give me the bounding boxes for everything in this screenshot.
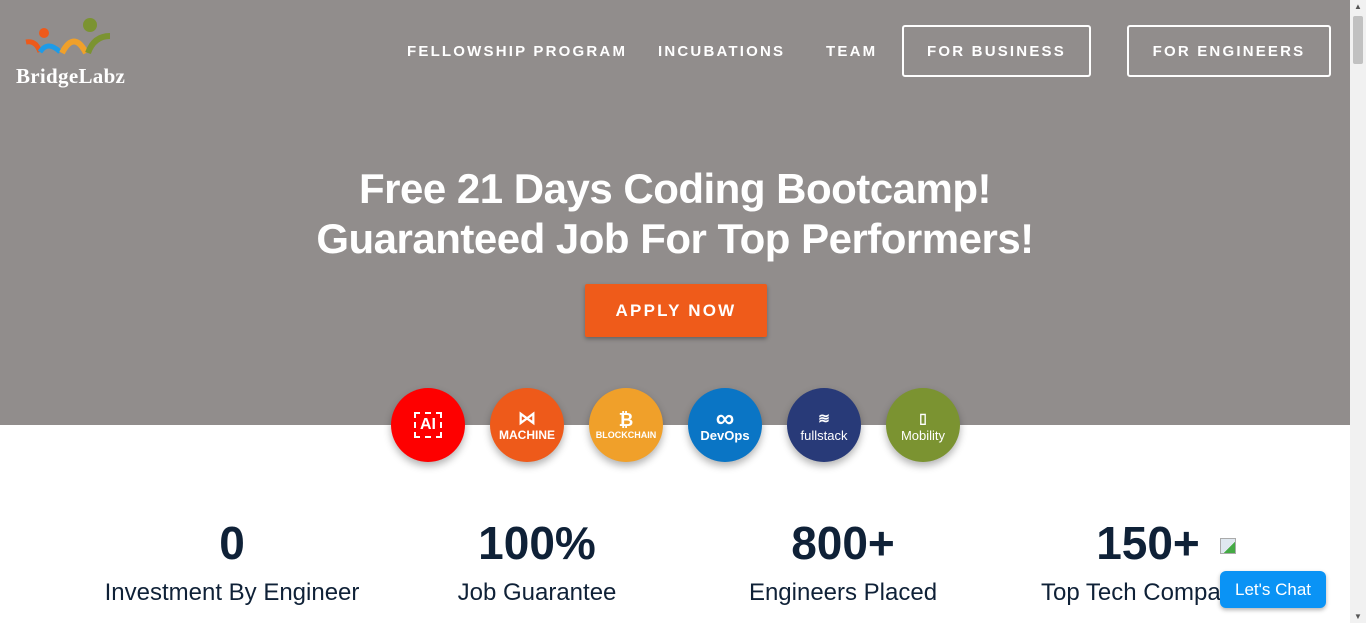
nav-team[interactable]: TEAM [826, 43, 877, 60]
bridgelabz-logo[interactable]: BridgeLabz [14, 16, 134, 92]
apply-now-button[interactable]: APPLY NOW [585, 284, 767, 337]
chip-icon: AI [414, 412, 442, 438]
nav-incubations[interactable]: INCUBATIONS [658, 43, 785, 60]
scroll-down-icon[interactable]: ▼ [1354, 612, 1362, 621]
scrollbar[interactable]: ▲ ▼ [1350, 0, 1366, 623]
headline-line-1: Free 21 Days Coding Bootcamp! [359, 165, 991, 212]
infinity-icon: ∞ [715, 402, 735, 433]
mobile-code-icon: ▯ [919, 409, 927, 426]
scrollbar-thumb[interactable] [1353, 16, 1363, 64]
tech-label: Mobility [900, 427, 946, 443]
broken-image-icon [1220, 538, 1236, 554]
lets-chat-button[interactable]: Let's Chat [1220, 571, 1326, 608]
layers-icon: ≋ [818, 409, 830, 426]
tech-blockchain[interactable]: ₿ BLOCKCHAIN [589, 388, 663, 462]
logo-text: BridgeLabz [16, 64, 126, 88]
stat-label: Investment By Engineer [104, 579, 360, 606]
scroll-up-icon[interactable]: ▲ [1354, 2, 1362, 11]
tech-label: MACHINE [499, 428, 555, 442]
stat-label: Engineers Placed [748, 579, 938, 606]
tech-ai[interactable]: AI [391, 388, 465, 462]
stat-value: 100% [478, 517, 596, 569]
hero-section: BridgeLabz FELLOWSHIP PROGRAM INCUBATION… [0, 0, 1350, 425]
stat-value: 0 [219, 517, 245, 569]
tech-devops[interactable]: ∞ DevOps [688, 388, 762, 462]
tech-machine-learning[interactable]: ⋈ MACHINE [490, 388, 564, 462]
tech-label: DevOps [700, 427, 750, 443]
nav-fellowship-program[interactable]: FELLOWSHIP PROGRAM [407, 43, 627, 60]
bitcoin-icon: ₿ [618, 410, 634, 430]
tech-label: BLOCKCHAIN [595, 430, 657, 440]
for-business-button[interactable]: FOR BUSINESS [902, 25, 1091, 77]
stat-investment: 0 Investment By Engineer [82, 515, 382, 607]
stat-value: 150+ [1096, 517, 1200, 569]
headline-line-2: Guaranteed Job For Top Performers! [316, 215, 1034, 262]
stat-job-guarantee: 100% Job Guarantee [387, 515, 687, 607]
tech-mobility[interactable]: ▯ Mobility [886, 388, 960, 462]
tech-fullstack[interactable]: ≋ fullstack [787, 388, 861, 462]
logo-people-icon [25, 18, 111, 55]
for-engineers-button[interactable]: FOR ENGINEERS [1127, 25, 1331, 77]
stat-label: Job Guarantee [457, 579, 617, 606]
stat-value: 800+ [791, 517, 895, 569]
tech-label: fullstack [800, 427, 848, 443]
hero-headline: Free 21 Days Coding Bootcamp! Guaranteed… [0, 164, 1350, 264]
network-icon: ⋈ [518, 408, 536, 428]
stat-engineers-placed: 800+ Engineers Placed [693, 515, 993, 607]
